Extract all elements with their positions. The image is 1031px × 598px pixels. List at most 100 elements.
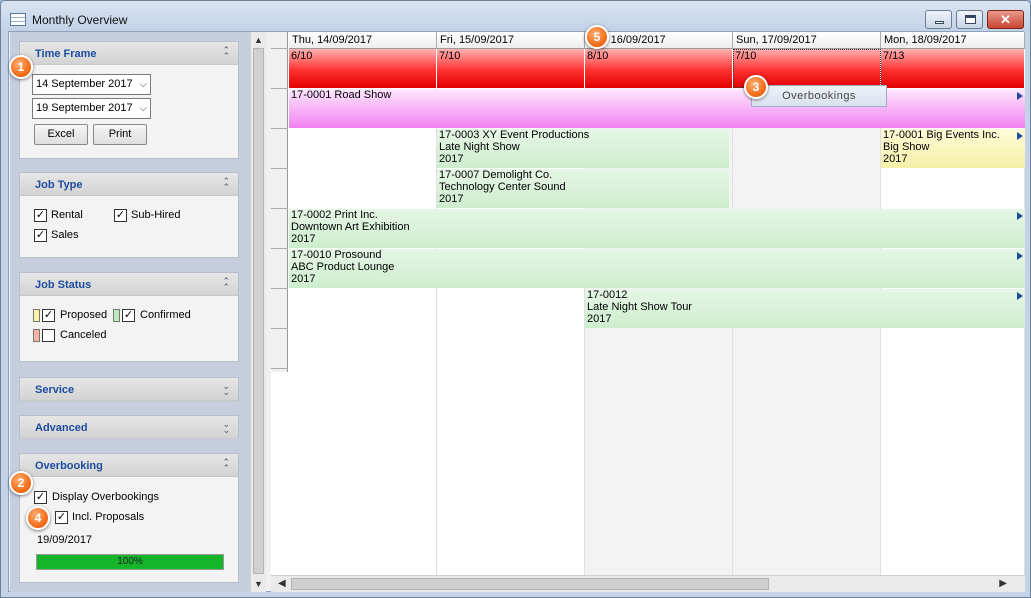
monthly-overview-window: Monthly Overview ✕ Time Frame ⌃ ⌃ 14 Sept… bbox=[0, 0, 1031, 598]
collapse-chevron-icon[interactable]: ⌃ ⌃ bbox=[222, 177, 230, 192]
sales-checkbox[interactable]: ✓ bbox=[34, 229, 47, 242]
row-header[interactable] bbox=[271, 329, 288, 369]
close-button[interactable]: ✕ bbox=[987, 10, 1024, 29]
callout-marker-1: 1 bbox=[9, 55, 33, 79]
advanced-group: Advanced ⌄ ⌄ bbox=[19, 415, 239, 439]
sub-hired-checkbox[interactable]: ✓ bbox=[114, 209, 127, 222]
scroll-down-icon[interactable]: ▼ bbox=[254, 579, 263, 589]
event-line: 17-0001 Road Show bbox=[291, 89, 392, 101]
calendar-view: Thu, 14/09/2017 Fri, 15/09/2017 Sat, 16/… bbox=[271, 32, 1025, 592]
event-big-show[interactable]: 17-0001 Big Events Inc. Big Show 2017 bbox=[881, 129, 1025, 168]
event-line: 17-0002 Print Inc. bbox=[291, 209, 378, 221]
day-header-mon[interactable]: Mon, 18/09/2017 bbox=[881, 32, 1025, 49]
scrollbar-thumb[interactable] bbox=[291, 578, 769, 590]
calendar-grid-icon bbox=[10, 13, 26, 26]
overbooking-ratio-cell[interactable]: 6/10 bbox=[289, 49, 437, 88]
event-line: 17-0010 Prosound bbox=[291, 249, 382, 261]
sub-hired-label: Sub-Hired bbox=[131, 209, 181, 221]
time-frame-title: Time Frame bbox=[35, 48, 97, 60]
event-technology-center-sound[interactable]: 17-0007 Demolight Co. Technology Center … bbox=[437, 169, 729, 208]
confirmed-label: Confirmed bbox=[140, 309, 191, 321]
collapse-chevron-icon[interactable]: ⌃ ⌃ bbox=[222, 458, 230, 473]
event-line: Big Show bbox=[883, 141, 930, 153]
scroll-right-icon[interactable]: ▶ bbox=[999, 578, 1007, 589]
overbooking-header[interactable]: Overbooking ⌃ ⌃ bbox=[20, 454, 238, 477]
day-header-thu[interactable]: Thu, 14/09/2017 bbox=[289, 32, 437, 49]
expand-chevron-icon[interactable]: ⌄ ⌄ bbox=[222, 382, 230, 397]
event-line: Late Night Show bbox=[439, 141, 520, 153]
calendar-horizontal-scrollbar[interactable]: ◀ ▶ bbox=[271, 575, 1025, 592]
event-line: 2017 bbox=[587, 313, 612, 325]
end-date-dropdown[interactable]: 19 September 2017 ⌵ bbox=[32, 98, 151, 119]
row-header[interactable] bbox=[271, 249, 288, 289]
event-line: 2017 bbox=[439, 193, 464, 205]
continue-right-icon bbox=[1017, 212, 1023, 220]
job-status-header[interactable]: Job Status ⌃ ⌃ bbox=[20, 273, 238, 296]
continue-right-icon bbox=[1017, 132, 1023, 140]
callout-marker-4: 4 bbox=[26, 506, 50, 530]
advanced-header[interactable]: Advanced ⌄ ⌄ bbox=[20, 416, 238, 439]
overbooking-ratio-cell[interactable]: 8/10 bbox=[585, 49, 733, 88]
proposed-checkbox[interactable]: ✓ bbox=[42, 309, 55, 322]
display-overbookings-checkbox[interactable]: ✓ bbox=[34, 491, 47, 504]
collapse-chevron-icon[interactable]: ⌃ ⌃ bbox=[222, 46, 230, 61]
event-late-night-show-tour[interactable]: 17-0012 Late Night Show Tour 2017 bbox=[585, 289, 1025, 328]
canceled-color-swatch bbox=[33, 329, 40, 342]
event-xy-late-night-show[interactable]: 17-0003 XY Event Productions Late Night … bbox=[437, 129, 729, 168]
scroll-up-icon[interactable]: ▲ bbox=[254, 35, 263, 45]
rental-checkbox[interactable]: ✓ bbox=[34, 209, 47, 222]
overbooking-ratio-cell[interactable]: 7/10 bbox=[437, 49, 585, 88]
row-header[interactable] bbox=[271, 89, 288, 129]
callout-marker-2: 2 bbox=[9, 471, 33, 495]
event-line: 2017 bbox=[291, 233, 316, 245]
job-status-title: Job Status bbox=[35, 279, 92, 291]
close-icon: ✕ bbox=[1000, 12, 1011, 27]
excel-button[interactable]: Excel bbox=[34, 124, 88, 145]
event-downtown-art-exhibition[interactable]: 17-0002 Print Inc. Downtown Art Exhibiti… bbox=[289, 209, 1025, 248]
overbooking-group: Overbooking ⌃ ⌃ ✓ Display Overbookings ✓ … bbox=[19, 453, 239, 583]
minimize-button[interactable] bbox=[925, 10, 952, 29]
day-header-fri[interactable]: Fri, 15/09/2017 bbox=[437, 32, 585, 49]
event-line: 2017 bbox=[291, 273, 316, 285]
collapse-chevron-icon[interactable]: ⌃ ⌃ bbox=[222, 277, 230, 292]
row-headers bbox=[271, 32, 288, 372]
print-button[interactable]: Print bbox=[93, 124, 147, 145]
row-header[interactable] bbox=[271, 129, 288, 169]
event-line: 2017 bbox=[439, 153, 464, 165]
chevron-down-icon: ⌵ bbox=[139, 103, 147, 114]
event-line: 17-0012 bbox=[587, 289, 628, 301]
confirmed-checkbox[interactable]: ✓ bbox=[122, 309, 135, 322]
scrollbar-thumb[interactable] bbox=[253, 48, 264, 574]
event-abc-product-lounge[interactable]: 17-0010 Prosound ABC Product Lounge 2017 bbox=[289, 249, 1025, 288]
maximize-button[interactable] bbox=[956, 10, 983, 29]
overbookings-context-button[interactable]: Overbookings bbox=[751, 85, 887, 107]
expand-chevron-icon[interactable]: ⌄ ⌄ bbox=[222, 420, 230, 435]
scroll-left-icon[interactable]: ◀ bbox=[278, 578, 286, 589]
rental-label: Rental bbox=[51, 209, 83, 221]
row-header[interactable] bbox=[271, 289, 288, 329]
job-status-group: Job Status ⌃ ⌃ ✓ Proposed ✓ Confirmed Can… bbox=[19, 272, 239, 362]
day-header-sun[interactable]: Sun, 17/09/2017 bbox=[733, 32, 881, 49]
event-line: 2017 bbox=[883, 153, 908, 165]
row-header[interactable] bbox=[271, 169, 288, 209]
event-line: Late Night Show Tour bbox=[587, 301, 692, 313]
job-type-group: Job Type ⌃ ⌃ ✓ Rental ✓ Sub-Hired ✓ Sales bbox=[19, 172, 239, 258]
title-bar[interactable]: Monthly Overview ✕ bbox=[1, 1, 1030, 31]
job-type-header[interactable]: Job Type ⌃ ⌃ bbox=[20, 173, 238, 196]
continue-right-icon bbox=[1017, 92, 1023, 100]
day-column[interactable] bbox=[289, 49, 437, 592]
time-frame-header[interactable]: Time Frame ⌃ ⌃ bbox=[20, 42, 238, 65]
row-header[interactable] bbox=[271, 209, 288, 249]
event-line: Downtown Art Exhibition bbox=[291, 221, 410, 233]
incl-proposals-checkbox[interactable]: ✓ bbox=[55, 511, 68, 524]
overbooking-progress-bar: 100% bbox=[36, 554, 224, 570]
row-header[interactable] bbox=[271, 49, 288, 89]
canceled-checkbox[interactable] bbox=[42, 329, 55, 342]
window-title: Monthly Overview bbox=[32, 13, 128, 27]
service-header[interactable]: Service ⌄ ⌄ bbox=[20, 378, 238, 401]
start-date-dropdown[interactable]: 14 September 2017 ⌵ bbox=[32, 74, 151, 95]
sidebar-scrollbar[interactable]: ▲ ▼ bbox=[250, 32, 266, 592]
overbooking-ratio-cell[interactable]: 7/13 bbox=[881, 49, 1025, 88]
event-road-show[interactable]: 17-0001 Road Show bbox=[289, 89, 1025, 128]
continue-right-icon bbox=[1017, 252, 1023, 260]
